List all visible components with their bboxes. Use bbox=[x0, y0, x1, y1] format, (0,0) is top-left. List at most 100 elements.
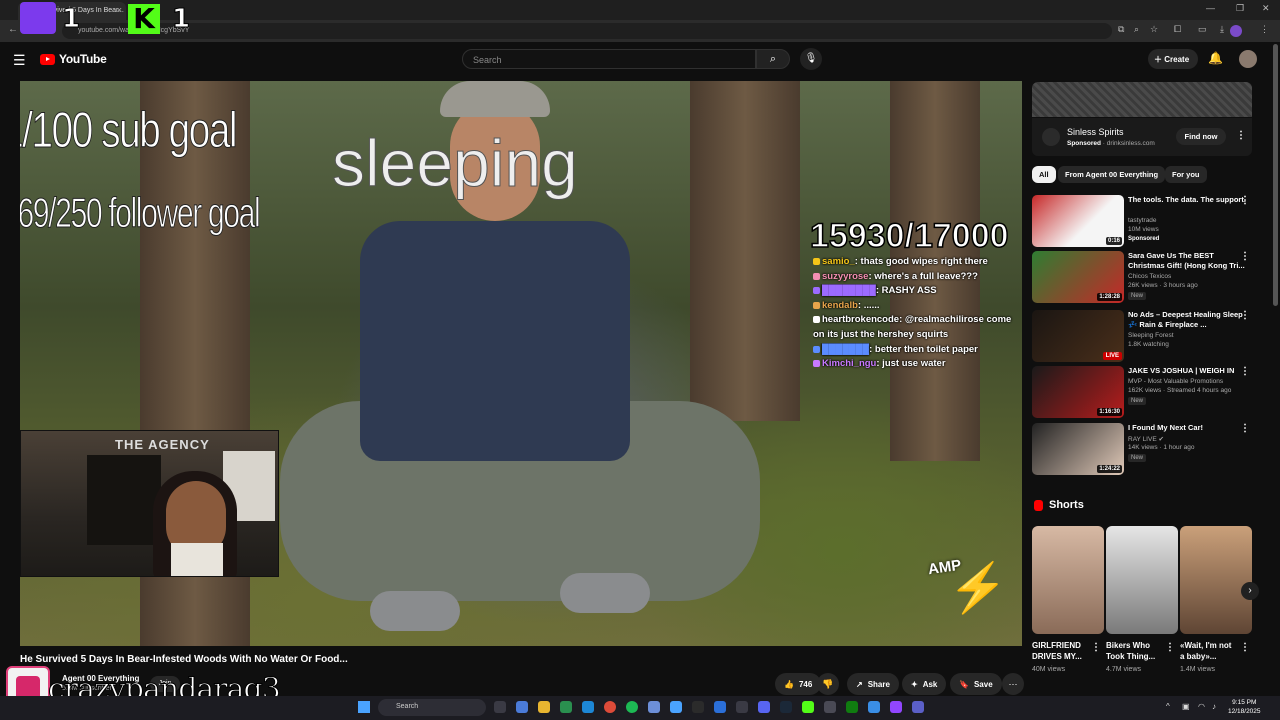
recommendation-item[interactable]: LIVE No Ads – Deepest Healing Sleep 💤 Rai… bbox=[1032, 310, 1260, 362]
task-view-icon[interactable] bbox=[494, 701, 506, 713]
recommendation-thumbnail[interactable]: 1:24:22 bbox=[1032, 423, 1124, 475]
youtube-logo[interactable]: YouTube bbox=[40, 52, 107, 66]
bookmark-star-icon[interactable]: ☆ bbox=[1150, 24, 1158, 35]
page-scrollbar[interactable] bbox=[1273, 44, 1278, 306]
search-input[interactable]: Search bbox=[462, 49, 756, 69]
recommendation-thumbnail[interactable]: 0:16 bbox=[1032, 195, 1124, 247]
split-view-icon[interactable]: ▭ bbox=[1198, 24, 1207, 35]
recommendation-item[interactable]: 1:28:28 Sara Gave Us The BEST Christmas G… bbox=[1032, 251, 1260, 303]
teams-icon[interactable] bbox=[912, 701, 924, 713]
taskbar-clock[interactable]: 9:15 PM 12/18/2025 bbox=[1228, 698, 1261, 716]
store-icon[interactable] bbox=[560, 701, 572, 713]
close-tab-icon[interactable]: × bbox=[117, 5, 122, 15]
profile-avatar-icon[interactable] bbox=[1230, 25, 1242, 37]
short-menu-icon[interactable]: ⋮ bbox=[1240, 642, 1250, 653]
short-menu-icon[interactable]: ⋮ bbox=[1091, 642, 1101, 653]
chip-from-channel[interactable]: From Agent 00 Everything bbox=[1058, 166, 1166, 183]
downloads-icon[interactable]: ⤓ bbox=[1220, 24, 1224, 35]
kick-app-icon[interactable] bbox=[802, 701, 814, 713]
wifi-icon[interactable]: ◠ bbox=[1198, 702, 1205, 711]
more-actions-button[interactable]: ⋯ bbox=[1002, 673, 1024, 695]
notifications-bell-icon[interactable]: 🔔 bbox=[1208, 51, 1223, 65]
zoom-icon[interactable]: ⌕ bbox=[1134, 24, 1139, 35]
short-thumbnail[interactable] bbox=[1032, 526, 1104, 634]
steam-icon[interactable] bbox=[780, 701, 792, 713]
create-button[interactable]: ＋ Create bbox=[1148, 49, 1198, 69]
recommendation-channel[interactable]: Chicos Texicos bbox=[1128, 273, 1171, 280]
chrome-icon[interactable] bbox=[604, 701, 616, 713]
find-now-button[interactable]: Find now bbox=[1176, 128, 1226, 145]
shorts-next-button[interactable]: › bbox=[1241, 582, 1259, 600]
app-icon[interactable] bbox=[670, 701, 682, 713]
app-icon[interactable] bbox=[692, 701, 704, 713]
ad-banner[interactable] bbox=[1032, 82, 1252, 117]
xbox-icon[interactable] bbox=[846, 701, 858, 713]
app-icon[interactable] bbox=[648, 701, 660, 713]
chip-all[interactable]: All bbox=[1032, 166, 1056, 183]
recommendation-title[interactable]: The tools. The data. The support. bbox=[1128, 195, 1246, 205]
browser-menu-icon[interactable]: ⋮ bbox=[1260, 24, 1269, 35]
recommendation-title[interactable]: JAKE VS JOSHUA | WEIGH IN bbox=[1128, 366, 1246, 376]
back-icon[interactable]: ← bbox=[8, 24, 18, 35]
close-window-icon[interactable]: ✕ bbox=[1262, 3, 1270, 14]
tray-chevron-icon[interactable]: ^ bbox=[1166, 702, 1170, 711]
app-icon[interactable] bbox=[868, 701, 880, 713]
recommendation-item[interactable]: 1:16:30 JAKE VS JOSHUA | WEIGH IN MVP - Mo… bbox=[1032, 366, 1260, 418]
chat-text: : thats good wipes right there bbox=[854, 256, 988, 267]
short-thumbnail[interactable] bbox=[1180, 526, 1252, 634]
recommendation-channel[interactable]: Sleeping Forest bbox=[1128, 332, 1174, 339]
short-title[interactable]: Bikers Who Took Thing... bbox=[1106, 640, 1164, 662]
recommendation-channel[interactable]: tastytrade bbox=[1128, 217, 1157, 224]
hamburger-menu-icon[interactable]: ☰ bbox=[13, 52, 26, 69]
tray-app-icon[interactable]: ▣ bbox=[1182, 702, 1190, 711]
install-icon[interactable]: ⧉ bbox=[1118, 24, 1124, 35]
recommendation-title[interactable]: Sara Gave Us The BEST Christmas Gift! (H… bbox=[1128, 251, 1246, 271]
ask-button[interactable]: ✦ Ask bbox=[902, 673, 947, 695]
ad-menu-icon[interactable]: ⋮ bbox=[1236, 130, 1246, 141]
ad-info[interactable]: Sinless Spirits Sponsored · drinksinless… bbox=[1032, 118, 1252, 156]
file-explorer-icon[interactable] bbox=[538, 701, 550, 713]
recommendation-channel[interactable]: RAY LIVE ✔ bbox=[1128, 435, 1164, 443]
app-icon[interactable] bbox=[824, 701, 836, 713]
recommendation-menu-icon[interactable]: ⋮ bbox=[1240, 251, 1250, 262]
recommendation-channel[interactable]: MVP - Most Valuable Promotions bbox=[1128, 378, 1223, 385]
discord-icon[interactable] bbox=[758, 701, 770, 713]
short-title[interactable]: GIRLFRIEND DRIVES MY... bbox=[1032, 640, 1090, 662]
recommendation-thumbnail[interactable]: 1:28:28 bbox=[1032, 251, 1124, 303]
minimize-icon[interactable]: — bbox=[1206, 3, 1215, 13]
voice-search-button[interactable]: 🎙 bbox=[800, 48, 822, 70]
video-player[interactable]: 1/100 sub goal 169/250 follower goal sle… bbox=[20, 81, 1022, 646]
recommendation-thumbnail[interactable]: LIVE bbox=[1032, 310, 1124, 362]
volume-icon[interactable]: ♪ bbox=[1212, 702, 1216, 711]
recommendation-menu-icon[interactable]: ⋮ bbox=[1240, 195, 1250, 206]
recommendation-title[interactable]: No Ads – Deepest Healing Sleep 💤 Rain & … bbox=[1128, 310, 1246, 330]
extensions-icon[interactable]: ⧠ bbox=[1174, 24, 1181, 35]
recommendation-menu-icon[interactable]: ⋮ bbox=[1240, 423, 1250, 434]
address-bar[interactable]: youtube.com/watch?v=...NcgYbSvY bbox=[62, 23, 1112, 39]
app-icon[interactable] bbox=[714, 701, 726, 713]
recommendation-menu-icon[interactable]: ⋮ bbox=[1240, 310, 1250, 321]
widgets-icon[interactable] bbox=[516, 701, 528, 713]
app-icon[interactable] bbox=[736, 701, 748, 713]
account-avatar[interactable] bbox=[1239, 50, 1257, 68]
taskbar-search[interactable]: Search bbox=[378, 699, 486, 716]
recommendation-thumbnail[interactable]: 1:16:30 bbox=[1032, 366, 1124, 418]
save-button[interactable]: 🔖 Save bbox=[950, 673, 1002, 695]
chip-for-you[interactable]: For you bbox=[1165, 166, 1207, 183]
recommendation-title[interactable]: I Found My Next Car! bbox=[1128, 423, 1246, 433]
short-thumbnail[interactable] bbox=[1106, 526, 1178, 634]
short-menu-icon[interactable]: ⋮ bbox=[1165, 642, 1175, 653]
windows-start-icon[interactable] bbox=[358, 701, 370, 713]
edge-icon[interactable] bbox=[582, 701, 594, 713]
search-button[interactable]: ⌕ bbox=[756, 49, 790, 69]
spotify-icon[interactable] bbox=[626, 701, 638, 713]
recommendation-item[interactable]: 0:16 The tools. The data. The support. tas… bbox=[1032, 195, 1260, 247]
twitch-app-icon[interactable] bbox=[890, 701, 902, 713]
share-button[interactable]: ↗ Share bbox=[847, 673, 899, 695]
dislike-button[interactable]: 👎 bbox=[817, 673, 839, 695]
recommendation-menu-icon[interactable]: ⋮ bbox=[1240, 366, 1250, 377]
like-button[interactable]: 👍 746 bbox=[775, 673, 822, 695]
short-title[interactable]: «Wait, I'm not a baby»... bbox=[1180, 640, 1238, 662]
maximize-icon[interactable]: ❐ bbox=[1236, 3, 1244, 14]
recommendation-item[interactable]: 1:24:22 I Found My Next Car! RAY LIVE ✔ 14K… bbox=[1032, 423, 1260, 475]
